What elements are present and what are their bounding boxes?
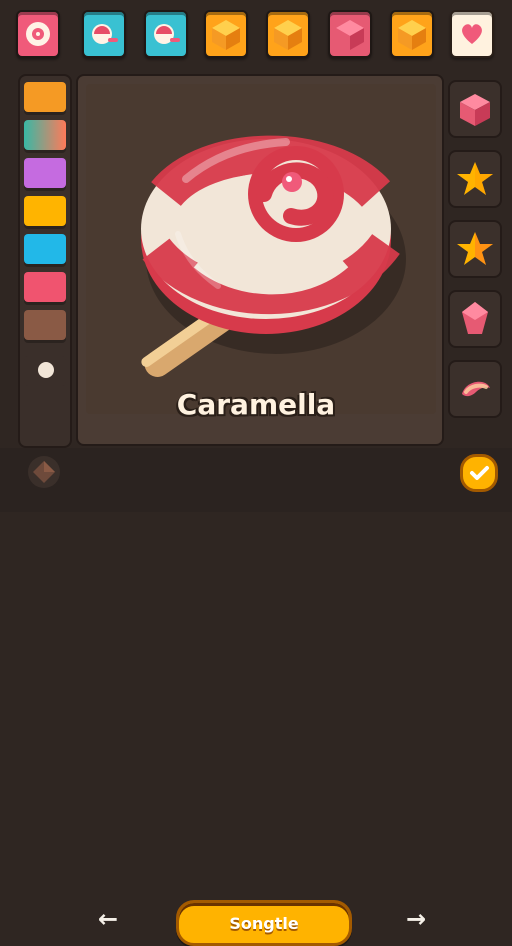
swatch-orange[interactable] [24, 82, 66, 112]
right-item-cube[interactable] [448, 80, 502, 138]
jelly-icon [462, 381, 490, 397]
cube-icon [274, 20, 302, 50]
diamond-icon [33, 461, 55, 483]
check-icon [470, 466, 489, 480]
confirm-button[interactable] [460, 454, 498, 492]
shape-button[interactable] [28, 456, 60, 488]
game-frame: Caramella ← Songtle → [0, 0, 512, 946]
next-button[interactable]: → [396, 905, 436, 933]
top-item-8[interactable] [450, 10, 494, 58]
right-item-star-2[interactable] [448, 220, 502, 278]
top-item-7[interactable] [390, 10, 434, 58]
primary-action-button[interactable]: Songtle [176, 900, 352, 946]
arrow-left-icon: ← [97, 905, 119, 933]
candy-stage [86, 84, 436, 414]
arrow-right-icon: → [405, 905, 427, 933]
swatch-blue[interactable] [24, 234, 66, 264]
right-item-star-1[interactable] [448, 150, 502, 208]
heart-icon [462, 24, 482, 44]
gem-icon [462, 302, 488, 334]
lollipop-illustration [141, 135, 406, 377]
top-item-1[interactable] [16, 10, 60, 58]
swatch-purple[interactable] [24, 158, 66, 188]
cube-icon [212, 20, 240, 50]
top-item-2[interactable] [82, 10, 126, 58]
top-item-4[interactable] [204, 10, 248, 58]
top-item-5[interactable] [266, 10, 310, 58]
swatch-pink[interactable] [24, 272, 66, 302]
cube-icon [398, 20, 426, 50]
lollipop-icon [154, 24, 180, 44]
cube-icon [336, 20, 364, 50]
top-item-3[interactable] [144, 10, 188, 58]
right-inventory [448, 74, 502, 444]
top-item-bar [0, 0, 512, 68]
right-item-jelly[interactable] [448, 360, 502, 418]
swatch-yellow[interactable] [24, 196, 66, 226]
swatch-teal[interactable] [24, 120, 66, 150]
star-icon [457, 162, 493, 195]
swatch-cream[interactable] [24, 356, 66, 386]
cream-dot [38, 362, 54, 378]
prev-button[interactable]: ← [88, 905, 128, 933]
cube-icon [460, 94, 490, 126]
candy-title: Caramella [176, 388, 336, 421]
swatch-brown[interactable] [24, 310, 66, 340]
star-icon [457, 232, 493, 265]
lollipop-icon [92, 24, 118, 44]
bottom-bar: ← Songtle → [0, 448, 512, 946]
top-item-6[interactable] [328, 10, 372, 58]
target-icon [26, 22, 50, 46]
primary-action-label: Songtle [229, 913, 299, 933]
right-item-gem[interactable] [448, 290, 502, 348]
